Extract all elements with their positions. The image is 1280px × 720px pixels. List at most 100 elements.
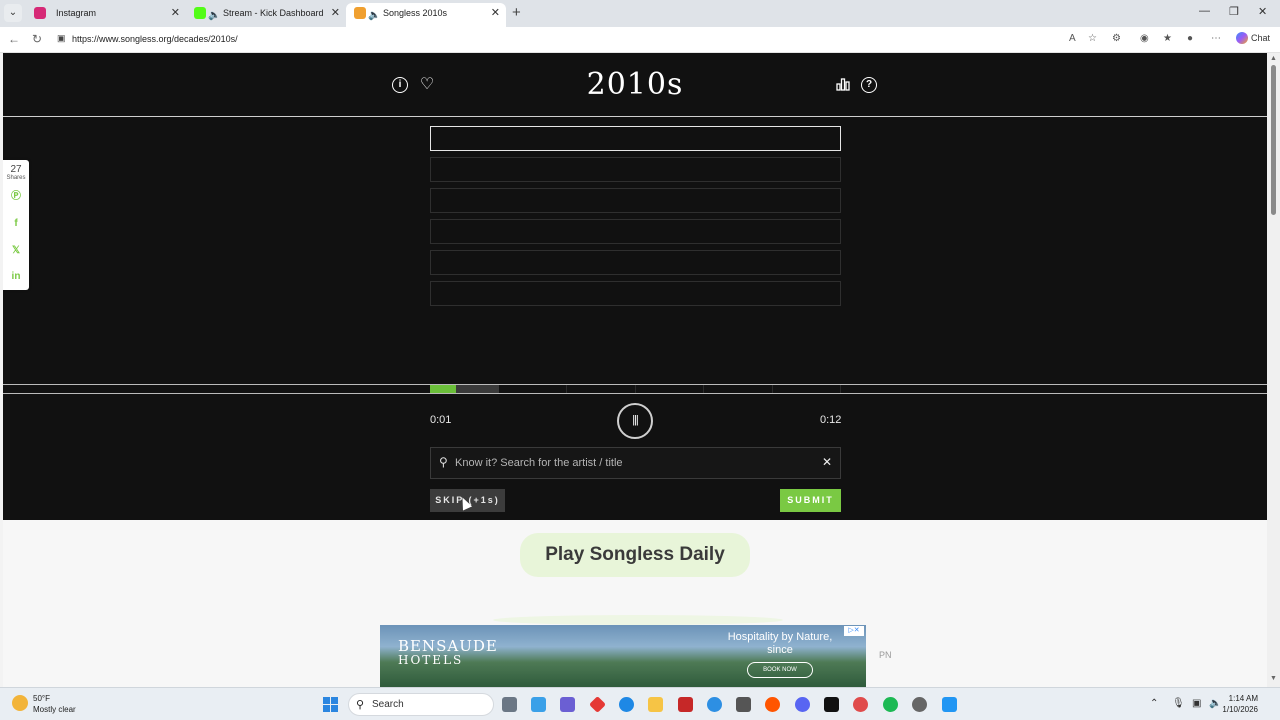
guess-slot-1 bbox=[430, 126, 841, 151]
task-view-icon[interactable] bbox=[502, 697, 517, 712]
game-header: i ♡ 2010s ? bbox=[3, 53, 1267, 117]
share-count-label: Shares bbox=[6, 175, 26, 181]
copilot-chat-button[interactable]: Chat bbox=[1236, 32, 1270, 44]
elapsed-time: 0:01 bbox=[430, 414, 452, 426]
game-panel: i ♡ 2010s ? 0:01 ||| 0:12 ⚲ ✕ bbox=[3, 53, 1267, 520]
taskbar-search-label: Search bbox=[372, 699, 404, 710]
segment-divider bbox=[772, 385, 773, 393]
clock-time[interactable]: 1:14 AM bbox=[1208, 694, 1258, 703]
kick-icon bbox=[194, 7, 206, 19]
ad-brand-sub: HOTELS bbox=[398, 653, 464, 667]
ad-side-label: PN bbox=[879, 650, 892, 660]
muted-speaker-icon[interactable]: 🔈 bbox=[208, 6, 220, 26]
new-tab-button[interactable]: + bbox=[512, 4, 521, 21]
network-icon[interactable]: ▣ bbox=[1192, 698, 1201, 709]
tab-songless[interactable]: 🔈 Songless 2010s ✕ bbox=[346, 3, 506, 27]
play-daily-link[interactable]: Play Songless Daily bbox=[520, 533, 750, 577]
facebook-icon[interactable]: f bbox=[10, 218, 22, 230]
stats-icon[interactable] bbox=[835, 77, 851, 93]
soundcloud-icon[interactable] bbox=[765, 697, 780, 712]
windows-taskbar: 50°F Mostly clear ⚲ Search ⌃ 🎙 ▣ 🔈 1:14 … bbox=[0, 687, 1280, 720]
extensions-icon[interactable]: ⚙ bbox=[1112, 33, 1121, 44]
ad-choices-icon[interactable]: ▷✕ bbox=[844, 626, 864, 636]
scroll-up-icon[interactable]: ▲ bbox=[1270, 55, 1277, 62]
segment-divider bbox=[703, 385, 704, 393]
guess-slot-5 bbox=[430, 250, 841, 275]
clear-search-icon[interactable]: ✕ bbox=[822, 455, 832, 469]
progress-track-bottom bbox=[3, 393, 1267, 394]
globe-app-icon[interactable] bbox=[707, 697, 722, 712]
refresh-button[interactable]: ↻ bbox=[32, 32, 42, 46]
edge-icon[interactable] bbox=[619, 697, 634, 712]
segment-divider bbox=[840, 385, 841, 393]
clock-date[interactable]: 1/10/2026 bbox=[1208, 705, 1258, 714]
songless-icon bbox=[354, 7, 366, 19]
start-button[interactable] bbox=[323, 697, 338, 712]
total-time: 0:12 bbox=[820, 414, 842, 426]
share-count: 27 bbox=[10, 164, 22, 175]
guess-slot-4 bbox=[430, 219, 841, 244]
microphone-icon[interactable]: 🎙 bbox=[1172, 698, 1185, 709]
favorites-icon[interactable]: ★ bbox=[1163, 33, 1172, 44]
show-hidden-icons[interactable]: ⌃ bbox=[1150, 698, 1158, 709]
tab-kick-dashboard[interactable]: 🔈 Stream - Kick Dashboard ✕ bbox=[186, 3, 346, 27]
minimize-button[interactable]: — bbox=[1199, 5, 1210, 17]
segment-divider bbox=[635, 385, 636, 393]
tab-strip: ⌄ Instagram ✕ 🔈 Stream - Kick Dashboard … bbox=[0, 0, 1280, 27]
close-tab-icon[interactable]: ✕ bbox=[171, 3, 180, 23]
instagram-icon bbox=[34, 7, 46, 19]
page-scrollbar[interactable]: ▲ ▼ bbox=[1267, 53, 1280, 687]
scroll-down-icon[interactable]: ▼ bbox=[1270, 675, 1277, 682]
terminal-app-icon[interactable] bbox=[824, 697, 839, 712]
guess-search-input[interactable] bbox=[455, 454, 815, 472]
address-bar: ← ↻ ▣ https://www.songless.org/decades/2… bbox=[0, 27, 1280, 53]
x-twitter-icon[interactable]: 𝕏 bbox=[10, 245, 22, 257]
site-info-icon[interactable]: ▣ bbox=[57, 33, 66, 44]
close-tab-icon[interactable]: ✕ bbox=[331, 3, 340, 23]
weather-temperature: 50°F bbox=[33, 694, 50, 703]
help-icon[interactable]: ? bbox=[861, 77, 877, 93]
linkedin-icon[interactable]: in bbox=[10, 271, 22, 283]
share-sidebar: 27 Shares Ⓟ f 𝕏 in bbox=[3, 160, 29, 290]
guess-slot-3 bbox=[430, 188, 841, 213]
notepad-icon[interactable] bbox=[942, 697, 957, 712]
copilot-app-icon[interactable] bbox=[531, 697, 546, 712]
guess-slot-2 bbox=[430, 157, 841, 182]
store-icon[interactable] bbox=[736, 697, 751, 712]
page-title: 2010s bbox=[586, 67, 684, 102]
tab-title: Stream - Kick Dashboard bbox=[223, 8, 324, 18]
weather-icon[interactable] bbox=[12, 695, 28, 711]
teams-icon[interactable] bbox=[560, 697, 575, 712]
browser-essentials-icon[interactable]: ◉ bbox=[1140, 33, 1149, 44]
file-explorer-icon[interactable] bbox=[648, 697, 663, 712]
pinterest-icon[interactable]: Ⓟ bbox=[10, 191, 22, 203]
obs-icon[interactable] bbox=[912, 697, 927, 712]
favorite-star-icon[interactable]: ☆ bbox=[1088, 33, 1097, 44]
close-window-button[interactable]: ✕ bbox=[1258, 5, 1267, 18]
close-tab-icon[interactable]: ✕ bbox=[491, 3, 500, 23]
play-pause-button[interactable]: ||| bbox=[617, 403, 653, 439]
tab-title: Songless 2010s bbox=[383, 8, 448, 18]
url-field[interactable]: https://www.songless.org/decades/2010s/ bbox=[72, 34, 238, 44]
read-aloud-icon[interactable]: A bbox=[1069, 33, 1076, 44]
tab-actions-menu-button[interactable]: ⌄ bbox=[4, 4, 22, 22]
discord-icon[interactable] bbox=[795, 697, 810, 712]
more-menu-icon[interactable]: ⋯ bbox=[1211, 33, 1221, 44]
scrollbar-thumb[interactable] bbox=[1271, 65, 1276, 215]
mcafee-icon[interactable] bbox=[678, 697, 693, 712]
taskbar-search[interactable]: ⚲ Search bbox=[348, 693, 494, 716]
weather-description: Mostly clear bbox=[33, 705, 76, 714]
guess-search-box: ⚲ ✕ bbox=[430, 447, 841, 479]
speaker-icon[interactable]: 🔈 bbox=[368, 6, 380, 26]
opera-gx-icon[interactable] bbox=[853, 697, 868, 712]
tab-instagram[interactable]: Instagram ✕ bbox=[26, 3, 186, 27]
chat-label: Chat bbox=[1251, 33, 1271, 43]
restore-button[interactable]: ❐ bbox=[1229, 5, 1239, 18]
spotify-icon[interactable] bbox=[883, 697, 898, 712]
profile-avatar[interactable]: ● bbox=[1187, 33, 1193, 44]
app-red-diamond-icon[interactable] bbox=[589, 696, 606, 713]
back-button[interactable]: ← bbox=[8, 32, 20, 46]
ad-book-now-button[interactable]: BOOK NOW bbox=[747, 662, 813, 678]
advertisement-banner[interactable]: BENSAUDE HOTELS Hospitality by Nature, s… bbox=[380, 625, 866, 687]
submit-button[interactable]: SUBMIT bbox=[780, 489, 841, 512]
